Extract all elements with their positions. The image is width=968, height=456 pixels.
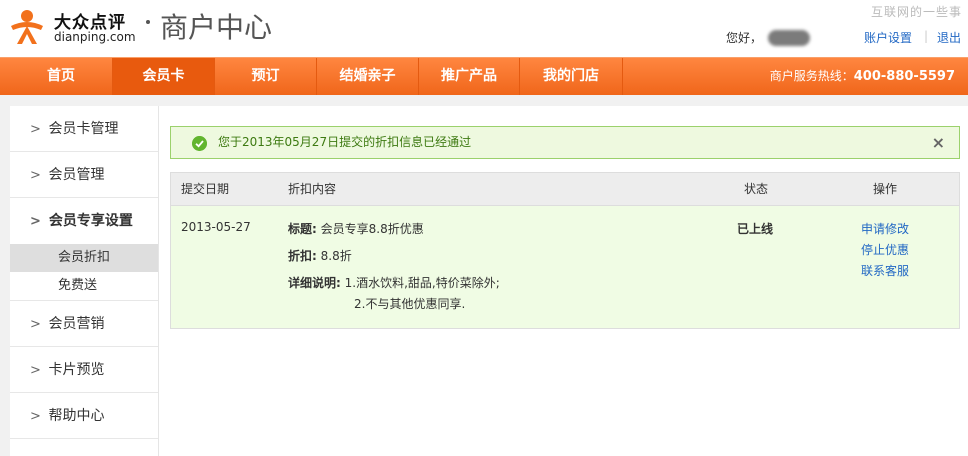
stop-offer-link[interactable]: 停止优惠 — [861, 241, 909, 258]
nav-item-wedding-family[interactable]: 结婚亲子 — [317, 58, 419, 95]
portal-title: 商户中心 — [160, 11, 273, 44]
sidebar-item-label: 卡片预览 — [48, 362, 105, 378]
sidebar-item-label: 会员营销 — [48, 316, 105, 332]
logout-link[interactable]: 退出 — [937, 29, 961, 46]
sidebar-item-label: 会员管理 — [48, 167, 105, 183]
logo-english-text: dianping.com — [54, 30, 136, 44]
sidebar-subitem-member-discount[interactable]: 会员折扣 — [10, 244, 158, 272]
hotline-number: 400-880-5597 — [853, 69, 955, 84]
discount-title: 标题: 会员专享8.8折优惠 — [288, 220, 424, 237]
discount-title-value: 会员专享8.8折优惠 — [320, 222, 424, 236]
sidebar-item-card-management[interactable]: > 会员卡管理 — [10, 106, 158, 152]
chevron-right-icon: > — [30, 317, 41, 332]
discount-rate: 折扣: 8.8折 — [288, 247, 352, 264]
sidebar-item-label: 帮助中心 — [48, 408, 105, 424]
discount-rate-label: 折扣: — [288, 249, 317, 263]
status-online: 已上线 — [737, 222, 774, 236]
chevron-right-icon: > — [30, 363, 41, 378]
discount-title-label: 标题: — [288, 222, 317, 236]
detail-line-2: 2.不与其他优惠同享. — [354, 297, 466, 311]
chevron-right-icon: > — [30, 214, 41, 229]
redacted-username — [768, 30, 810, 46]
main-content: 您于2013年05月27日提交的折扣信息已经通过 × 提交日期 折扣内容 状态 … — [159, 106, 968, 456]
user-greeting: 您好， — [726, 31, 763, 45]
alert-message: 您于2013年05月27日提交的折扣信息已经通过 — [218, 135, 472, 149]
header: 大众点评 dianping.com 商户中心 互联网的一些事 您好， 账户设置 … — [0, 0, 968, 57]
header-link-separator: | — [924, 29, 929, 43]
sidebar-group-member-exclusive: > 会员专享设置 会员折扣 免费送 — [10, 198, 158, 301]
service-hotline: 商户服务热线：400-880-5597 — [770, 58, 955, 95]
nav-item-promotion[interactable]: 推广产品 — [419, 58, 520, 95]
contact-support-link[interactable]: 联系客服 — [861, 262, 909, 279]
discount-rate-value: 8.8折 — [320, 249, 352, 263]
logo-mark-icon — [11, 10, 43, 44]
nav-item-membership-card[interactable]: 会员卡 — [113, 58, 215, 95]
nav-item-my-store[interactable]: 我的门店 — [520, 58, 623, 95]
column-header-date: 提交日期 — [181, 182, 230, 196]
sidebar: > 会员卡管理 > 会员管理 > 会员专享设置 会员折扣 免费送 > 会员营销 … — [10, 106, 159, 456]
column-header-status: 状态 — [744, 182, 769, 196]
column-header-actions: 操作 — [873, 182, 898, 196]
main-nav: 首页 会员卡 预订 结婚亲子 推广产品 我的门店 商户服务热线：400-880-… — [0, 57, 968, 95]
sidebar-item-label: 会员专享设置 — [48, 213, 133, 229]
discount-table: 提交日期 折扣内容 状态 操作 2013-05-27 标题: 会员专享8.8折优… — [170, 172, 960, 329]
chevron-right-icon: > — [30, 409, 41, 424]
account-settings-link[interactable]: 账户设置 — [864, 29, 912, 46]
success-alert: 您于2013年05月27日提交的折扣信息已经通过 × — [170, 126, 960, 159]
chevron-right-icon: > — [30, 168, 41, 183]
sidebar-item-member-exclusive[interactable]: > 会员专享设置 — [10, 198, 158, 244]
request-edit-link[interactable]: 申请修改 — [861, 220, 909, 237]
table-header: 提交日期 折扣内容 状态 操作 — [171, 173, 959, 206]
title-dot-divider — [146, 20, 150, 24]
column-header-content: 折扣内容 — [288, 182, 337, 196]
sidebar-subitem-free-gift[interactable]: 免费送 — [10, 272, 158, 300]
nav-item-home[interactable]: 首页 — [10, 58, 113, 95]
sidebar-item-card-preview[interactable]: > 卡片预览 — [10, 347, 158, 393]
watermark-text: 互联网的一些事 — [870, 5, 962, 19]
close-icon[interactable]: × — [932, 127, 945, 158]
chevron-right-icon: > — [30, 122, 41, 137]
detail-description: 详细说明: 1.酒水饮料,甜品,特价菜除外; — [288, 274, 500, 291]
row-submit-date: 2013-05-27 — [181, 220, 251, 234]
sidebar-item-member-management[interactable]: > 会员管理 — [10, 152, 158, 198]
table-row: 2013-05-27 标题: 会员专享8.8折优惠 折扣: 8.8折 详细说明:… — [171, 206, 959, 328]
dianping-logo[interactable]: 大众点评 dianping.com — [8, 6, 136, 46]
nav-item-reservation[interactable]: 预订 — [215, 58, 317, 95]
sidebar-item-label: 会员卡管理 — [48, 121, 119, 137]
sidebar-item-help-center[interactable]: > 帮助中心 — [10, 393, 158, 439]
detail-description-label: 详细说明: — [288, 276, 341, 290]
hotline-label: 商户服务热线： — [769, 69, 854, 83]
detail-line-1: 1.酒水饮料,甜品,特价菜除外; — [344, 276, 500, 290]
sidebar-item-member-marketing[interactable]: > 会员营销 — [10, 301, 158, 347]
check-circle-icon — [192, 136, 207, 151]
